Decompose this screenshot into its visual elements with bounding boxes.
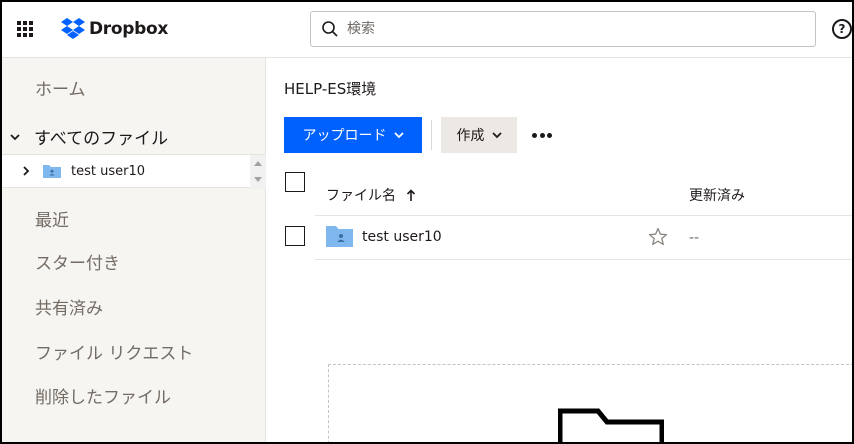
search-icon (322, 21, 338, 37)
column-header-modified[interactable]: 更新済み (689, 185, 745, 205)
star-icon[interactable] (648, 227, 668, 247)
upload-button[interactable]: アップロード (284, 117, 422, 153)
toolbar-divider (431, 120, 432, 150)
file-modified: -- (689, 230, 700, 246)
empty-folder-icon (558, 408, 664, 444)
upload-button-label: アップロード (302, 128, 387, 144)
header-divider (315, 215, 854, 216)
main-content: HELP-ES環境 アップロード 作成 ファイル名 更新済み test user… (267, 58, 854, 444)
sidebar-item-recent[interactable]: 最近 (35, 206, 69, 231)
brand-name: Dropbox (89, 19, 169, 39)
app-grid-icon[interactable] (17, 21, 33, 37)
sidebar-item-home[interactable]: ホーム (35, 75, 86, 100)
help-icon[interactable]: ? (832, 19, 852, 39)
folder-tree-label: test user10 (71, 163, 145, 179)
chevron-down-icon[interactable] (10, 132, 20, 142)
chevron-down-icon (491, 131, 502, 138)
more-options-icon[interactable] (529, 125, 555, 145)
sidebar-item-deleted-files[interactable]: 削除したファイル (35, 383, 171, 408)
select-all-checkbox[interactable] (285, 172, 305, 192)
dropbox-logo[interactable]: Dropbox (60, 17, 168, 41)
sort-arrow-up-icon (406, 189, 416, 201)
folder-tree-item[interactable]: test user10 (2, 154, 266, 189)
sidebar-item-file-requests[interactable]: ファイル リクエスト (35, 339, 193, 364)
top-bar: Dropbox ? (0, 0, 854, 58)
row-divider (315, 259, 854, 260)
sidebar: ホーム すべてのファイル test user10 最近 スター付き 共有済み フ… (0, 58, 266, 444)
scroll-up-arrow-icon[interactable] (254, 161, 262, 166)
create-button[interactable]: 作成 (441, 117, 517, 153)
column-header-name[interactable]: ファイル名 (326, 185, 416, 205)
shared-folder-icon (43, 165, 61, 178)
column-header-name-label: ファイル名 (326, 188, 396, 204)
row-checkbox[interactable] (285, 226, 305, 246)
create-button-label: 作成 (456, 128, 485, 144)
file-name[interactable]: test user10 (362, 229, 442, 245)
sidebar-item-all-files[interactable]: すべてのファイル (10, 124, 168, 149)
breadcrumb: HELP-ES環境 (284, 80, 377, 98)
sidebar-item-all-files-label: すべてのファイル (34, 129, 169, 149)
search-box[interactable] (310, 11, 816, 47)
dropbox-box-icon (61, 18, 85, 39)
scroll-down-arrow-icon[interactable] (254, 177, 262, 182)
chevron-right-icon[interactable] (22, 166, 30, 176)
shared-folder-icon[interactable] (326, 225, 353, 247)
tree-scrollbar[interactable] (250, 155, 266, 189)
sidebar-item-starred[interactable]: スター付き (35, 249, 120, 274)
sidebar-item-shared[interactable]: 共有済み (35, 294, 103, 319)
search-input[interactable] (347, 21, 787, 37)
chevron-down-icon (393, 131, 404, 138)
